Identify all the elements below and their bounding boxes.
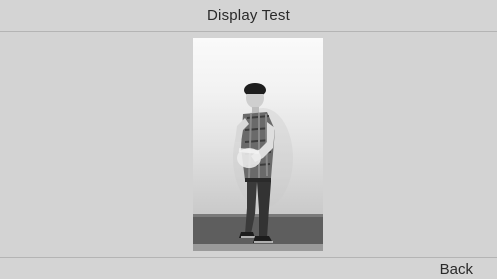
back-button[interactable]: Back [436, 260, 477, 279]
person-photo-illustration [193, 83, 323, 251]
test-image [193, 38, 323, 251]
bottom-bar: Back [0, 257, 497, 279]
page-title: Display Test [207, 7, 290, 24]
title-bar: Display Test [0, 0, 497, 32]
display-test-screen: Display Test Back [0, 0, 497, 279]
test-content-area [0, 32, 497, 257]
